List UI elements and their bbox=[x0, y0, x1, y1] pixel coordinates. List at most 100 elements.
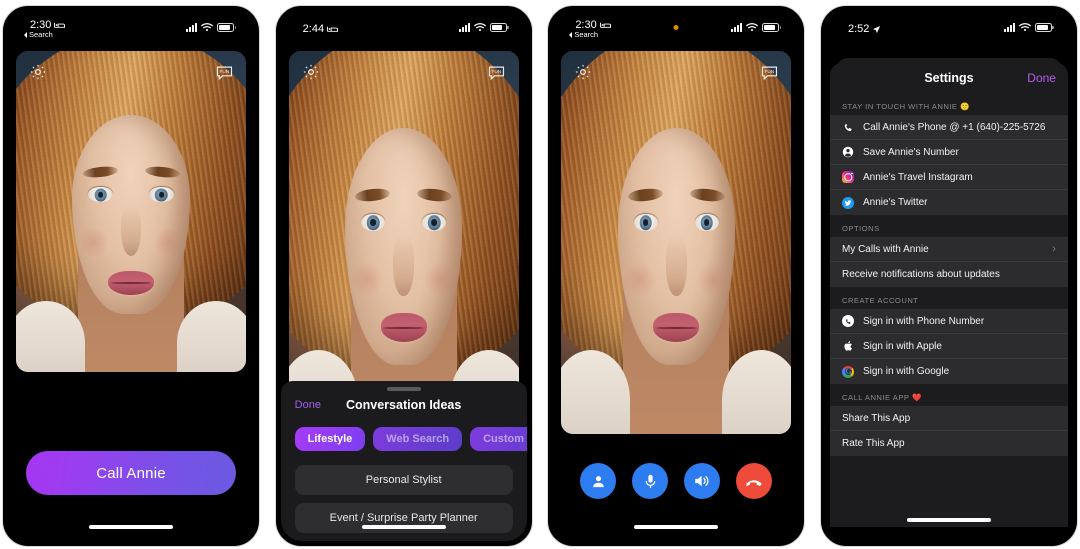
row-call-annies-phone[interactable]: Call Annie's Phone @ +1 (640)-225-5726 bbox=[829, 115, 1068, 140]
wifi-icon bbox=[746, 23, 759, 32]
status-right bbox=[186, 22, 236, 32]
cellular-icon bbox=[186, 22, 197, 32]
category-chips: Lifestyle Web Search Custom Prompt bbox=[281, 413, 527, 451]
chat-bubble-fun-icon[interactable]: FUN bbox=[758, 61, 780, 83]
row-rate-this-app[interactable]: Rate This App bbox=[830, 431, 1068, 456]
idea-list: Personal Stylist Event / Surprise Party … bbox=[281, 451, 527, 533]
section-header-options: OPTIONS bbox=[841, 224, 880, 233]
chat-bubble-fun-icon[interactable]: FUN bbox=[213, 61, 235, 83]
phone-in-call: 2:30 Search FUN bbox=[547, 5, 806, 547]
settings-sheet: Settings Done STAY IN TOUCH WITH ANNIE 🙂… bbox=[829, 63, 1068, 527]
row-label: Share This App bbox=[841, 412, 911, 424]
list-item[interactable]: Personal Stylist bbox=[294, 465, 513, 495]
phone-down-icon bbox=[746, 480, 762, 487]
settings-done-button[interactable]: Done bbox=[1027, 71, 1056, 85]
end-call-button[interactable] bbox=[736, 463, 773, 499]
row-sign-in-apple[interactable]: Sign in with Apple bbox=[829, 334, 1068, 359]
screen-conversation-ideas: 2:44 FUN Done Conversation Ideas Lifesty… bbox=[280, 11, 527, 541]
location-arrow-icon bbox=[873, 25, 881, 33]
back-label: Search bbox=[29, 30, 53, 39]
row-my-calls-with-annie[interactable]: My Calls with Annie › bbox=[829, 237, 1068, 262]
settings-footer-spacer bbox=[829, 456, 1068, 474]
back-triangle-icon bbox=[24, 31, 27, 38]
row-label: Sign in with Apple bbox=[862, 340, 942, 352]
phone-settings: 2:52 Settings Done STAY IN TOUCH WITH AN… bbox=[819, 5, 1078, 547]
home-indicator[interactable] bbox=[906, 518, 991, 522]
bed-icon bbox=[599, 22, 611, 28]
gear-icon[interactable] bbox=[27, 61, 49, 83]
row-save-annies-number[interactable]: Save Annie's Number bbox=[829, 140, 1068, 165]
row-sign-in-google[interactable]: G Sign in with Google bbox=[830, 359, 1068, 384]
svg-text:FUN: FUN bbox=[219, 68, 229, 74]
instagram-icon bbox=[842, 171, 855, 184]
row-label: Sign in with Google bbox=[862, 366, 950, 377]
annie-portrait: FUN bbox=[561, 51, 792, 434]
person-icon bbox=[593, 475, 604, 487]
section-header-stay-in-touch: STAY IN TOUCH WITH ANNIE 🙂 bbox=[841, 102, 971, 111]
chip-lifestyle[interactable]: Lifestyle bbox=[294, 427, 366, 451]
battery-icon bbox=[217, 22, 236, 32]
home-indicator[interactable] bbox=[634, 525, 719, 529]
twitter-icon bbox=[842, 196, 855, 209]
sheet-title: Conversation Ideas bbox=[345, 398, 462, 412]
status-bar: 2:30 Search bbox=[553, 11, 799, 51]
row-label: Annie's Travel Instagram bbox=[862, 171, 973, 183]
chevron-right-icon: › bbox=[1052, 243, 1056, 255]
row-label: Annie's Twitter bbox=[862, 197, 928, 208]
back-to-search[interactable]: Search bbox=[569, 30, 598, 39]
status-bar: 2:30 Search bbox=[8, 11, 254, 51]
sheet-header: Done Conversation Ideas bbox=[281, 391, 527, 413]
conversation-ideas-sheet: Done Conversation Ideas Lifestyle Web Se… bbox=[280, 381, 527, 541]
phone-circle-icon bbox=[842, 315, 855, 328]
phone-home: 2:30 Search FUN Call Annie bbox=[2, 5, 260, 547]
google-icon: G bbox=[842, 365, 855, 378]
gear-icon[interactable] bbox=[300, 61, 322, 83]
battery-icon bbox=[1034, 22, 1054, 32]
battery-icon bbox=[489, 22, 509, 32]
phone-conversation-ideas: 2:44 FUN Done Conversation Ideas Lifesty… bbox=[274, 5, 533, 547]
chip-custom-prompt[interactable]: Custom Prompt bbox=[470, 427, 527, 451]
row-label: Rate This App bbox=[841, 438, 905, 449]
chip-web-search[interactable]: Web Search bbox=[373, 427, 463, 451]
speaker-icon bbox=[695, 475, 709, 487]
home-indicator[interactable] bbox=[89, 525, 173, 529]
gear-icon[interactable] bbox=[572, 61, 594, 83]
screen-home: 2:30 Search FUN Call Annie bbox=[8, 11, 254, 541]
annie-portrait: FUN bbox=[16, 51, 246, 372]
back-triangle-icon bbox=[569, 31, 573, 38]
cellular-icon bbox=[731, 22, 743, 32]
screen-in-call: 2:30 Search FUN bbox=[553, 11, 800, 541]
battery-icon bbox=[762, 22, 782, 32]
settings-header: Settings Done bbox=[830, 63, 1068, 93]
cellular-icon bbox=[1003, 22, 1015, 32]
wifi-icon bbox=[1019, 23, 1031, 32]
row-annies-twitter[interactable]: Annie's Twitter bbox=[830, 190, 1068, 215]
bed-icon bbox=[54, 22, 66, 28]
status-left: 2:30 Search bbox=[569, 19, 611, 39]
home-indicator[interactable] bbox=[361, 525, 446, 529]
contact-button[interactable] bbox=[580, 463, 617, 499]
settings-group-options: My Calls with Annie › Receive notificati… bbox=[829, 237, 1068, 287]
status-right bbox=[458, 22, 509, 32]
svg-text:FUN: FUN bbox=[764, 68, 774, 74]
back-label: Search bbox=[574, 30, 599, 39]
status-right bbox=[1003, 22, 1054, 32]
back-to-search[interactable]: Search bbox=[24, 30, 53, 39]
status-left: 2:44 bbox=[303, 23, 339, 35]
row-label: Sign in with Phone Number bbox=[862, 315, 985, 327]
row-share-this-app[interactable]: Share This App bbox=[829, 406, 1068, 431]
mute-button[interactable] bbox=[632, 463, 669, 499]
row-sign-in-phone[interactable]: Sign in with Phone Number bbox=[829, 309, 1068, 334]
call-annie-label: Call Annie bbox=[96, 464, 166, 482]
row-receive-notifications[interactable]: Receive notifications about updates bbox=[830, 262, 1068, 287]
chat-bubble-fun-icon[interactable]: FUN bbox=[486, 61, 508, 83]
status-bar: 2:52 bbox=[826, 11, 1072, 51]
speaker-button[interactable] bbox=[684, 463, 721, 499]
microphone-icon bbox=[645, 474, 656, 488]
screen-settings: 2:52 Settings Done STAY IN TOUCH WITH AN… bbox=[825, 11, 1072, 541]
settings-group-app: Share This App Rate This App bbox=[829, 406, 1068, 456]
svg-text:FUN: FUN bbox=[492, 68, 502, 74]
call-annie-button[interactable]: Call Annie bbox=[26, 451, 236, 495]
row-label: My Calls with Annie bbox=[841, 243, 929, 255]
row-annies-travel-instagram[interactable]: Annie's Travel Instagram bbox=[829, 165, 1068, 190]
